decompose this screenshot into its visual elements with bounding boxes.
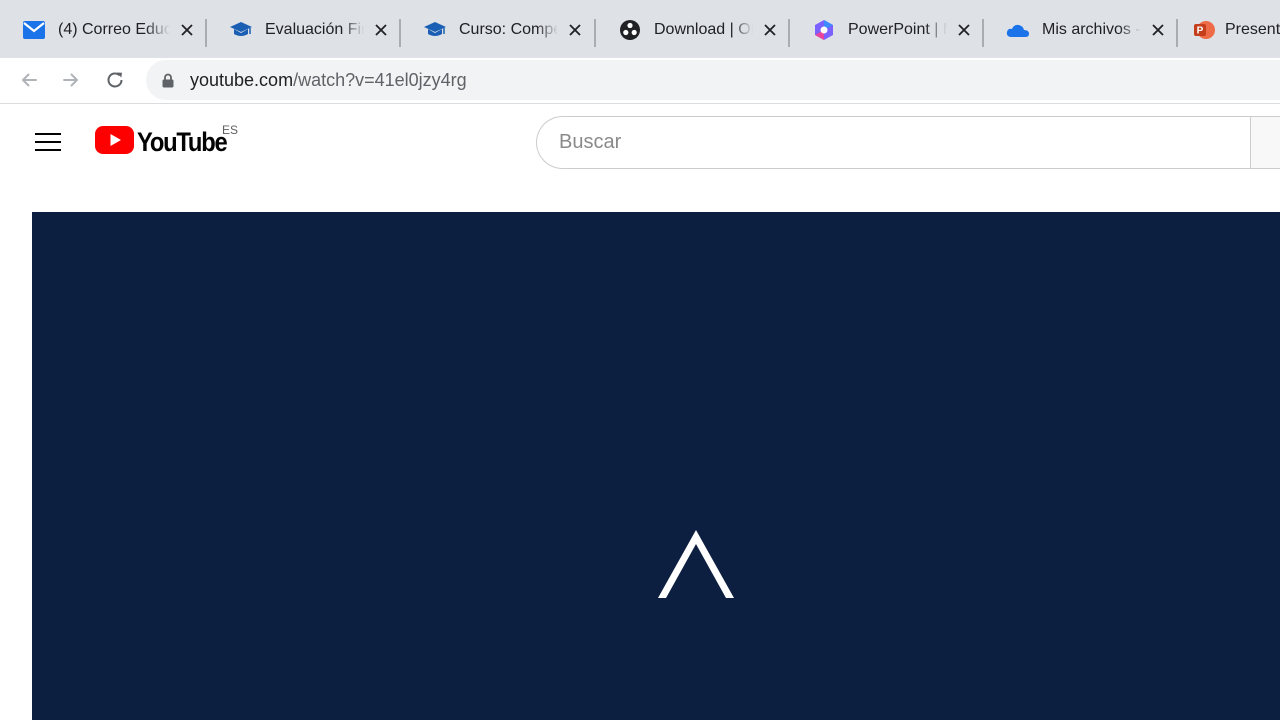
search-input[interactable] [559,131,1252,154]
reload-button[interactable] [100,67,130,97]
close-tab-icon[interactable] [759,19,781,41]
close-tab-icon[interactable] [1147,19,1169,41]
region-code: ES [222,123,239,137]
powerpoint-icon: P [1192,18,1216,42]
graduation-cap-icon [229,18,253,42]
tab-title: Curso: Compe [459,21,558,38]
browser-tab-powerpoint[interactable]: PowerPoint | M [790,8,983,58]
chevron-up-logo-icon [658,530,734,598]
tab-title: PowerPoint | M [848,21,947,38]
hamburger-menu-icon [35,132,61,157]
url-text: youtube.com/watch?v=41el0jzy4rg [190,70,467,91]
tab-title: Present [1225,21,1280,38]
close-tab-icon[interactable] [564,19,586,41]
browser-tab-presentacion[interactable]: P Present [1170,8,1280,58]
browser-tab-correo[interactable]: (4) Correo Educ [0,8,206,58]
close-tab-icon[interactable] [953,19,975,41]
close-tab-icon[interactable] [176,19,198,41]
tab-title: Download | OB [654,21,753,38]
reload-icon [105,70,125,95]
browser-toolbar: youtube.com/watch?v=41el0jzy4rg [0,58,1280,104]
youtube-logo[interactable]: YouTube [95,125,239,159]
youtube-play-logo-icon [95,125,134,159]
browser-tab-onedrive[interactable]: Mis archivos - [984,8,1177,58]
forward-button[interactable] [56,67,86,97]
arrow-right-icon [61,70,81,95]
browser-tab-curso[interactable]: Curso: Compe [401,8,594,58]
guide-menu-button[interactable] [30,126,66,162]
arrow-left-icon [19,70,39,95]
address-bar[interactable]: youtube.com/watch?v=41el0jzy4rg [146,60,1280,100]
tab-title: Mis archivos - [1042,21,1141,38]
onedrive-icon [1006,18,1030,42]
tab-title: Evaluación Fin [265,21,364,38]
url-path: /watch?v=41el0jzy4rg [293,69,467,90]
obs-icon [618,18,642,42]
close-tab-icon[interactable] [370,19,392,41]
browser-tab-evaluacion[interactable]: Evaluación Fin [207,8,400,58]
search-button[interactable] [1250,116,1280,169]
browser-tab-strip: (4) Correo Educ Evaluación Fin Curso: Co… [0,0,1280,58]
youtube-wordmark: YouTube [137,126,228,157]
lock-icon[interactable] [160,72,176,88]
browser-tab-download-obs[interactable]: Download | OB [596,8,789,58]
back-button[interactable] [14,67,44,97]
youtube-masthead: YouTube ES [0,105,1280,180]
tab-title: (4) Correo Educ [58,21,170,38]
microsoft365-icon [812,18,836,42]
mail-icon [22,18,46,42]
graduation-cap-icon [423,18,447,42]
video-player[interactable] [32,212,1280,720]
search-box[interactable] [536,116,1252,169]
svg-text:P: P [1197,26,1204,37]
url-host: youtube.com [190,69,294,90]
